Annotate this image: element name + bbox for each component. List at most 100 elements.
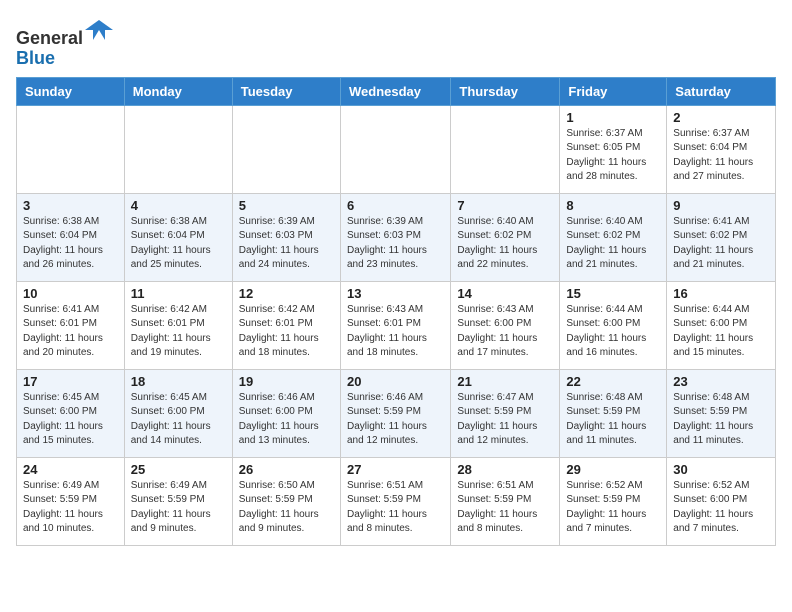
calendar-cell <box>340 105 450 193</box>
calendar-cell: 18Sunrise: 6:45 AMSunset: 6:00 PMDayligh… <box>124 369 232 457</box>
calendar-week-5: 24 Sunrise: 6:49 AMSunset: 5:59 PMDayligh… <box>17 457 776 545</box>
calendar-cell: 9 Sunrise: 6:41 AMSunset: 6:02 PMDaylight… <box>667 193 776 281</box>
calendar-cell: 24 Sunrise: 6:49 AMSunset: 5:59 PMDayligh… <box>17 457 125 545</box>
cell-info: Sunrise: 6:42 AMSunset: 6:01 PMDaylight:… <box>239 303 334 361</box>
calendar-header-row: SundayMondayTuesdayWednesdayThursdayFrid… <box>17 77 776 105</box>
day-number: 22 <box>566 374 660 389</box>
day-number: 10 <box>23 286 118 301</box>
cell-info: Sunrise: 6:41 AMSunset: 6:01 PMDaylight:… <box>23 303 118 361</box>
calendar-cell: 2 Sunrise: 6:37 AMSunset: 6:04 PMDaylight… <box>667 105 776 193</box>
cell-info: Sunrise: 6:38 AMSunset: 6:04 PMDaylight:… <box>131 215 226 273</box>
cell-info: Sunrise: 6:51 AMSunset: 5:59 PMDaylight:… <box>457 479 553 537</box>
weekday-header-friday: Friday <box>560 77 667 105</box>
calendar-cell <box>451 105 560 193</box>
day-number: 11 <box>131 286 226 301</box>
calendar-cell: 12 Sunrise: 6:42 AMSunset: 6:01 PMDayligh… <box>232 281 340 369</box>
weekday-header-thursday: Thursday <box>451 77 560 105</box>
logo-general: General <box>16 28 83 48</box>
day-number: 27 <box>347 462 444 477</box>
calendar-cell: 11 Sunrise: 6:42 AMSunset: 6:01 PMDayligh… <box>124 281 232 369</box>
day-number: 24 <box>23 462 118 477</box>
calendar-cell: 22 Sunrise: 6:48 AMSunset: 5:59 PMDayligh… <box>560 369 667 457</box>
calendar-week-4: 17Sunrise: 6:45 AMSunset: 6:00 PMDayligh… <box>17 369 776 457</box>
cell-info: Sunrise: 6:37 AMSunset: 6:04 PMDaylight:… <box>673 127 769 185</box>
day-number: 30 <box>673 462 769 477</box>
cell-info: Sunrise: 6:51 AMSunset: 5:59 PMDaylight:… <box>347 479 444 537</box>
weekday-header-wednesday: Wednesday <box>340 77 450 105</box>
cell-info: Sunrise: 6:46 AMSunset: 6:00 PMDaylight:… <box>239 391 334 449</box>
day-number: 15 <box>566 286 660 301</box>
day-number: 25 <box>131 462 226 477</box>
cell-info: Sunrise: 6:48 AMSunset: 5:59 PMDaylight:… <box>673 391 769 449</box>
calendar-cell <box>17 105 125 193</box>
weekday-header-tuesday: Tuesday <box>232 77 340 105</box>
day-number: 17 <box>23 374 118 389</box>
calendar-cell: 27 Sunrise: 6:51 AMSunset: 5:59 PMDayligh… <box>340 457 450 545</box>
cell-info: Sunrise: 6:50 AMSunset: 5:59 PMDaylight:… <box>239 479 334 537</box>
day-number: 18 <box>131 374 226 389</box>
day-number: 7 <box>457 198 553 213</box>
day-number: 2 <box>673 110 769 125</box>
day-number: 1 <box>566 110 660 125</box>
day-number: 8 <box>566 198 660 213</box>
calendar-cell: 28 Sunrise: 6:51 AMSunset: 5:59 PMDayligh… <box>451 457 560 545</box>
calendar-cell: 25 Sunrise: 6:49 AMSunset: 5:59 PMDayligh… <box>124 457 232 545</box>
calendar-cell: 29 Sunrise: 6:52 AMSunset: 5:59 PMDayligh… <box>560 457 667 545</box>
cell-info: Sunrise: 6:40 AMSunset: 6:02 PMDaylight:… <box>566 215 660 273</box>
cell-info: Sunrise: 6:52 AMSunset: 5:59 PMDaylight:… <box>566 479 660 537</box>
day-number: 16 <box>673 286 769 301</box>
cell-info: Sunrise: 6:49 AMSunset: 5:59 PMDaylight:… <box>23 479 118 537</box>
day-number: 9 <box>673 198 769 213</box>
cell-info: Sunrise: 6:43 AMSunset: 6:00 PMDaylight:… <box>457 303 553 361</box>
cell-info: Sunrise: 6:49 AMSunset: 5:59 PMDaylight:… <box>131 479 226 537</box>
calendar-cell: 10 Sunrise: 6:41 AMSunset: 6:01 PMDayligh… <box>17 281 125 369</box>
logo-bird-icon <box>85 16 113 44</box>
day-number: 5 <box>239 198 334 213</box>
cell-info: Sunrise: 6:43 AMSunset: 6:01 PMDaylight:… <box>347 303 444 361</box>
day-number: 28 <box>457 462 553 477</box>
calendar-cell: 13 Sunrise: 6:43 AMSunset: 6:01 PMDayligh… <box>340 281 450 369</box>
cell-info: Sunrise: 6:48 AMSunset: 5:59 PMDaylight:… <box>566 391 660 449</box>
weekday-header-sunday: Sunday <box>17 77 125 105</box>
cell-info: Sunrise: 6:39 AMSunset: 6:03 PMDaylight:… <box>239 215 334 273</box>
day-number: 12 <box>239 286 334 301</box>
day-number: 3 <box>23 198 118 213</box>
calendar-cell: 20 Sunrise: 6:46 AMSunset: 5:59 PMDayligh… <box>340 369 450 457</box>
day-number: 19 <box>239 374 334 389</box>
day-number: 6 <box>347 198 444 213</box>
calendar-cell: 1 Sunrise: 6:37 AMSunset: 6:05 PMDaylight… <box>560 105 667 193</box>
calendar-cell: 6 Sunrise: 6:39 AMSunset: 6:03 PMDaylight… <box>340 193 450 281</box>
weekday-header-saturday: Saturday <box>667 77 776 105</box>
page-header: General Blue <box>16 16 776 69</box>
calendar-cell: 15Sunrise: 6:44 AMSunset: 6:00 PMDayligh… <box>560 281 667 369</box>
cell-info: Sunrise: 6:44 AMSunset: 6:00 PMDaylight:… <box>673 303 769 361</box>
cell-info: Sunrise: 6:37 AMSunset: 6:05 PMDaylight:… <box>566 127 660 185</box>
calendar-cell <box>124 105 232 193</box>
cell-info: Sunrise: 6:46 AMSunset: 5:59 PMDaylight:… <box>347 391 444 449</box>
calendar-week-2: 3 Sunrise: 6:38 AMSunset: 6:04 PMDaylight… <box>17 193 776 281</box>
day-number: 13 <box>347 286 444 301</box>
calendar-cell: 26Sunrise: 6:50 AMSunset: 5:59 PMDayligh… <box>232 457 340 545</box>
day-number: 20 <box>347 374 444 389</box>
calendar-cell: 14 Sunrise: 6:43 AMSunset: 6:00 PMDayligh… <box>451 281 560 369</box>
cell-info: Sunrise: 6:41 AMSunset: 6:02 PMDaylight:… <box>673 215 769 273</box>
calendar-week-3: 10 Sunrise: 6:41 AMSunset: 6:01 PMDayligh… <box>17 281 776 369</box>
calendar-cell: 4 Sunrise: 6:38 AMSunset: 6:04 PMDaylight… <box>124 193 232 281</box>
logo: General Blue <box>16 16 113 69</box>
day-number: 23 <box>673 374 769 389</box>
logo-blue: Blue <box>16 48 55 68</box>
cell-info: Sunrise: 6:38 AMSunset: 6:04 PMDaylight:… <box>23 215 118 273</box>
calendar-cell: 7 Sunrise: 6:40 AMSunset: 6:02 PMDaylight… <box>451 193 560 281</box>
calendar-cell: 19 Sunrise: 6:46 AMSunset: 6:00 PMDayligh… <box>232 369 340 457</box>
cell-info: Sunrise: 6:42 AMSunset: 6:01 PMDaylight:… <box>131 303 226 361</box>
calendar-cell <box>232 105 340 193</box>
day-number: 14 <box>457 286 553 301</box>
calendar-cell: 8 Sunrise: 6:40 AMSunset: 6:02 PMDaylight… <box>560 193 667 281</box>
calendar-cell: 21Sunrise: 6:47 AMSunset: 5:59 PMDayligh… <box>451 369 560 457</box>
cell-info: Sunrise: 6:47 AMSunset: 5:59 PMDaylight:… <box>457 391 553 449</box>
day-number: 29 <box>566 462 660 477</box>
calendar-cell: 5 Sunrise: 6:39 AMSunset: 6:03 PMDaylight… <box>232 193 340 281</box>
cell-info: Sunrise: 6:39 AMSunset: 6:03 PMDaylight:… <box>347 215 444 273</box>
cell-info: Sunrise: 6:40 AMSunset: 6:02 PMDaylight:… <box>457 215 553 273</box>
day-number: 4 <box>131 198 226 213</box>
